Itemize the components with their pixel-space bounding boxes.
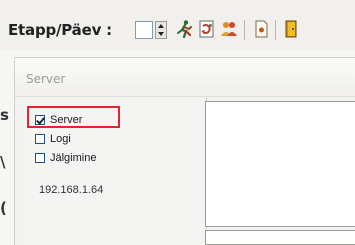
logi-checkbox[interactable] bbox=[35, 134, 45, 144]
server-checkbox-highlight bbox=[27, 106, 120, 128]
users-icon[interactable] bbox=[219, 19, 239, 39]
window-title: Server bbox=[26, 72, 66, 86]
jalgimine-checkbox[interactable] bbox=[35, 153, 45, 163]
jalgimine-checkbox-label[interactable]: Jälgimine bbox=[50, 152, 96, 164]
etapp-label: Etapp/Päev : bbox=[8, 21, 112, 39]
spinner-down-arrow-icon[interactable] bbox=[158, 32, 164, 36]
ip-address: 192.168.1.64 bbox=[39, 184, 104, 196]
jalgimine-checkbox-row[interactable]: Jälgimine bbox=[35, 151, 96, 165]
runner-icon[interactable] bbox=[175, 19, 195, 39]
etapp-spinner[interactable] bbox=[155, 21, 167, 39]
refresh-document-icon[interactable] bbox=[197, 19, 217, 39]
toolbar-separator bbox=[275, 20, 276, 40]
obscured-text: ( bbox=[0, 199, 7, 217]
toolbar-separator bbox=[244, 20, 245, 40]
spinner-up-arrow-icon[interactable] bbox=[158, 24, 164, 28]
server-window: Server Server Logi Jälgimine 192.168.1.6… bbox=[14, 57, 355, 245]
toolbar: Etapp/Päev : bbox=[0, 0, 355, 50]
window-titlebar[interactable]: Server bbox=[15, 58, 355, 97]
log-output-area[interactable] bbox=[205, 101, 355, 227]
logi-checkbox-label[interactable]: Logi bbox=[50, 133, 71, 145]
document-icon[interactable] bbox=[251, 19, 271, 39]
secondary-output-area[interactable] bbox=[205, 230, 355, 245]
obscured-text: \ bbox=[0, 153, 6, 171]
logi-checkbox-row[interactable]: Logi bbox=[35, 132, 71, 146]
etapp-input[interactable] bbox=[135, 21, 153, 39]
obscured-text: s bbox=[0, 106, 9, 124]
exit-door-icon[interactable] bbox=[281, 19, 301, 39]
